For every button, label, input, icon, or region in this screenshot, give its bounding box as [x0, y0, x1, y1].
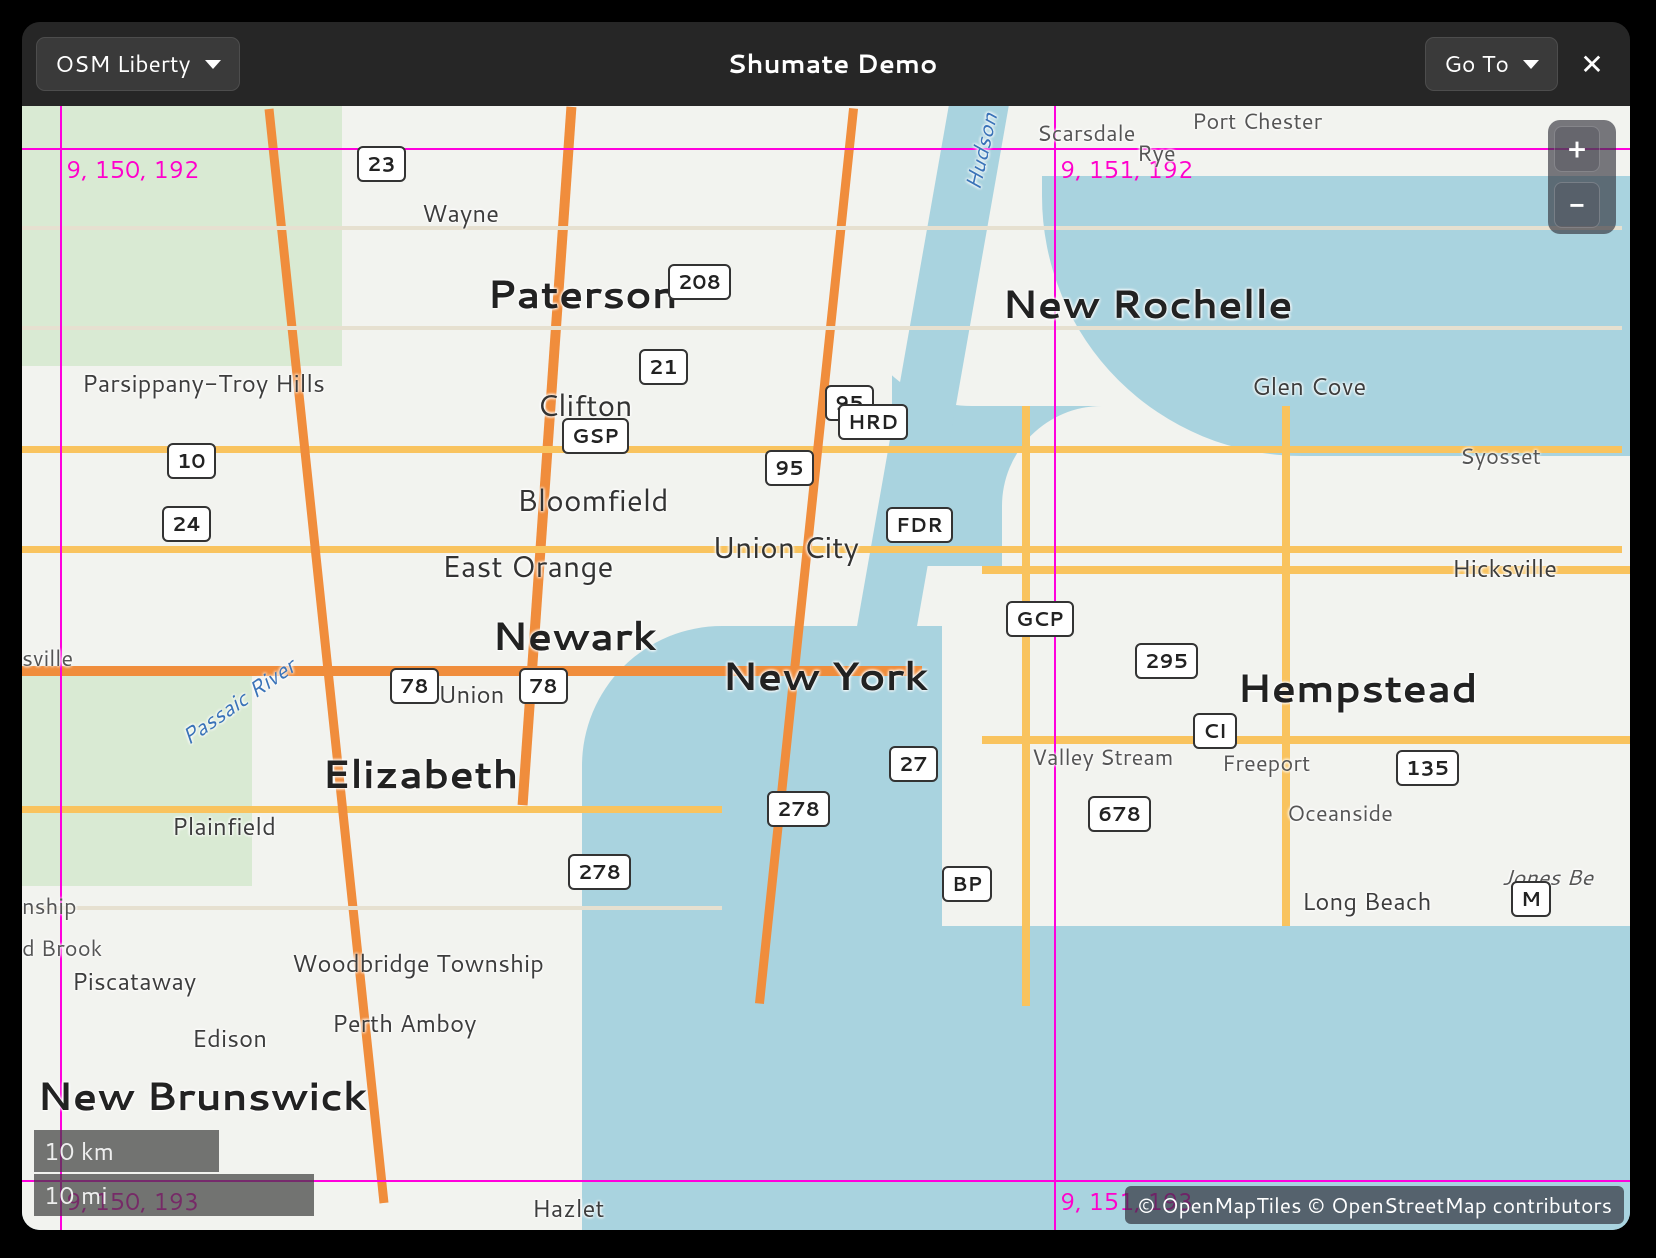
tile-label: 9, 150, 192: [66, 152, 199, 186]
route-shield: 78: [390, 668, 439, 704]
place-label: Perth Amboy: [332, 1006, 477, 1040]
place-label: Newark: [492, 606, 657, 663]
headerbar: OSM Liberty Shumate Demo Go To ✕: [22, 22, 1630, 106]
chevron-down-icon: [205, 60, 221, 69]
place-label: Woodbridge Township: [292, 946, 544, 980]
place-label: Paterson: [487, 264, 678, 321]
place-label: Elizabeth: [322, 744, 519, 801]
road: [1022, 406, 1030, 1006]
place-label: Port Chester: [1192, 106, 1322, 137]
place-label: nship: [22, 891, 77, 922]
zoom-controls: + −: [1548, 120, 1616, 234]
road: [22, 226, 1622, 230]
scale-indicator: 10 km 10 mi: [34, 1128, 314, 1216]
route-shield: 10: [167, 443, 216, 479]
road: [22, 806, 722, 813]
attribution-label: © OpenMapTiles © OpenStreetMap contribut…: [1125, 1186, 1624, 1224]
route-shield: M: [1511, 881, 1551, 917]
zoom-in-button[interactable]: +: [1554, 126, 1600, 172]
route-shield: FDR: [886, 507, 953, 543]
place-label: d Brook: [22, 933, 102, 964]
place-label: Long Beach: [1302, 884, 1431, 918]
tile-grid-line: [22, 148, 1630, 150]
place-label: Glen Cove: [1252, 369, 1366, 403]
place-label: Syosset: [1460, 441, 1541, 472]
route-shield: BP: [942, 866, 992, 902]
route-shield: CI: [1193, 713, 1237, 749]
route-shield: GCP: [1006, 601, 1074, 637]
place-label: Hempstead: [1237, 658, 1478, 715]
route-shield: 95: [765, 450, 814, 486]
place-label: Union City: [712, 525, 859, 568]
route-shield: 295: [1135, 643, 1198, 679]
zoom-out-button[interactable]: −: [1554, 182, 1600, 228]
place-label: Plainfield: [172, 809, 276, 843]
place-label: Freeport: [1222, 748, 1310, 779]
place-label: Rye: [1137, 138, 1176, 169]
route-shield: HRD: [838, 404, 908, 440]
window-title: Shumate Demo: [240, 46, 1426, 82]
map-viewport[interactable]: 9, 150, 192 9, 151, 192 9, 150, 193 9, 1…: [22, 106, 1630, 1230]
road: [22, 326, 1622, 330]
place-label: Bloomfield: [517, 478, 669, 521]
place-label: New Brunswick: [37, 1066, 367, 1123]
place-label: Hicksville: [1452, 551, 1557, 585]
place-label: Parsippany-Troy Hills: [82, 366, 325, 400]
goto-dropdown[interactable]: Go To: [1425, 37, 1558, 91]
plus-icon: +: [1568, 131, 1586, 167]
route-shield: 23: [357, 146, 406, 182]
place-label: New York: [722, 646, 928, 703]
place-label: Edison: [192, 1021, 267, 1055]
route-shield: 78: [519, 668, 568, 704]
route-shield: 278: [568, 854, 631, 890]
goto-dropdown-label: Go To: [1444, 48, 1509, 80]
place-label: Valley Stream: [1032, 742, 1173, 773]
close-icon: ✕: [1580, 44, 1603, 84]
atlantic: [862, 926, 1630, 1230]
place-label: Hazlet: [532, 1191, 605, 1225]
route-shield: GSP: [562, 418, 629, 454]
minus-icon: −: [1569, 187, 1584, 223]
place-label: Scarsdale: [1037, 118, 1136, 149]
app-window: OSM Liberty Shumate Demo Go To ✕: [22, 22, 1630, 1230]
close-button[interactable]: ✕: [1568, 40, 1616, 88]
route-shield: 278: [767, 791, 830, 827]
route-shield: 24: [162, 506, 211, 542]
route-shield: 678: [1088, 796, 1151, 832]
place-label: sville: [22, 643, 73, 674]
route-shield: 27: [889, 746, 938, 782]
chevron-down-icon: [1523, 60, 1539, 69]
style-dropdown[interactable]: OSM Liberty: [36, 37, 240, 91]
place-label: East Orange: [442, 544, 614, 587]
scale-imperial: 10 mi: [34, 1174, 314, 1216]
place-label: Union: [438, 677, 504, 711]
route-shield: 208: [668, 264, 731, 300]
route-shield: 21: [639, 349, 688, 385]
place-label: Wayne: [422, 196, 499, 230]
route-shield: 135: [1396, 750, 1459, 786]
place-label: Piscataway: [72, 964, 196, 998]
style-dropdown-label: OSM Liberty: [55, 48, 191, 80]
place-label: Oceanside: [1287, 798, 1393, 829]
road: [22, 906, 722, 910]
scale-metric: 10 km: [34, 1130, 219, 1172]
place-label: New Rochelle: [1002, 274, 1293, 331]
